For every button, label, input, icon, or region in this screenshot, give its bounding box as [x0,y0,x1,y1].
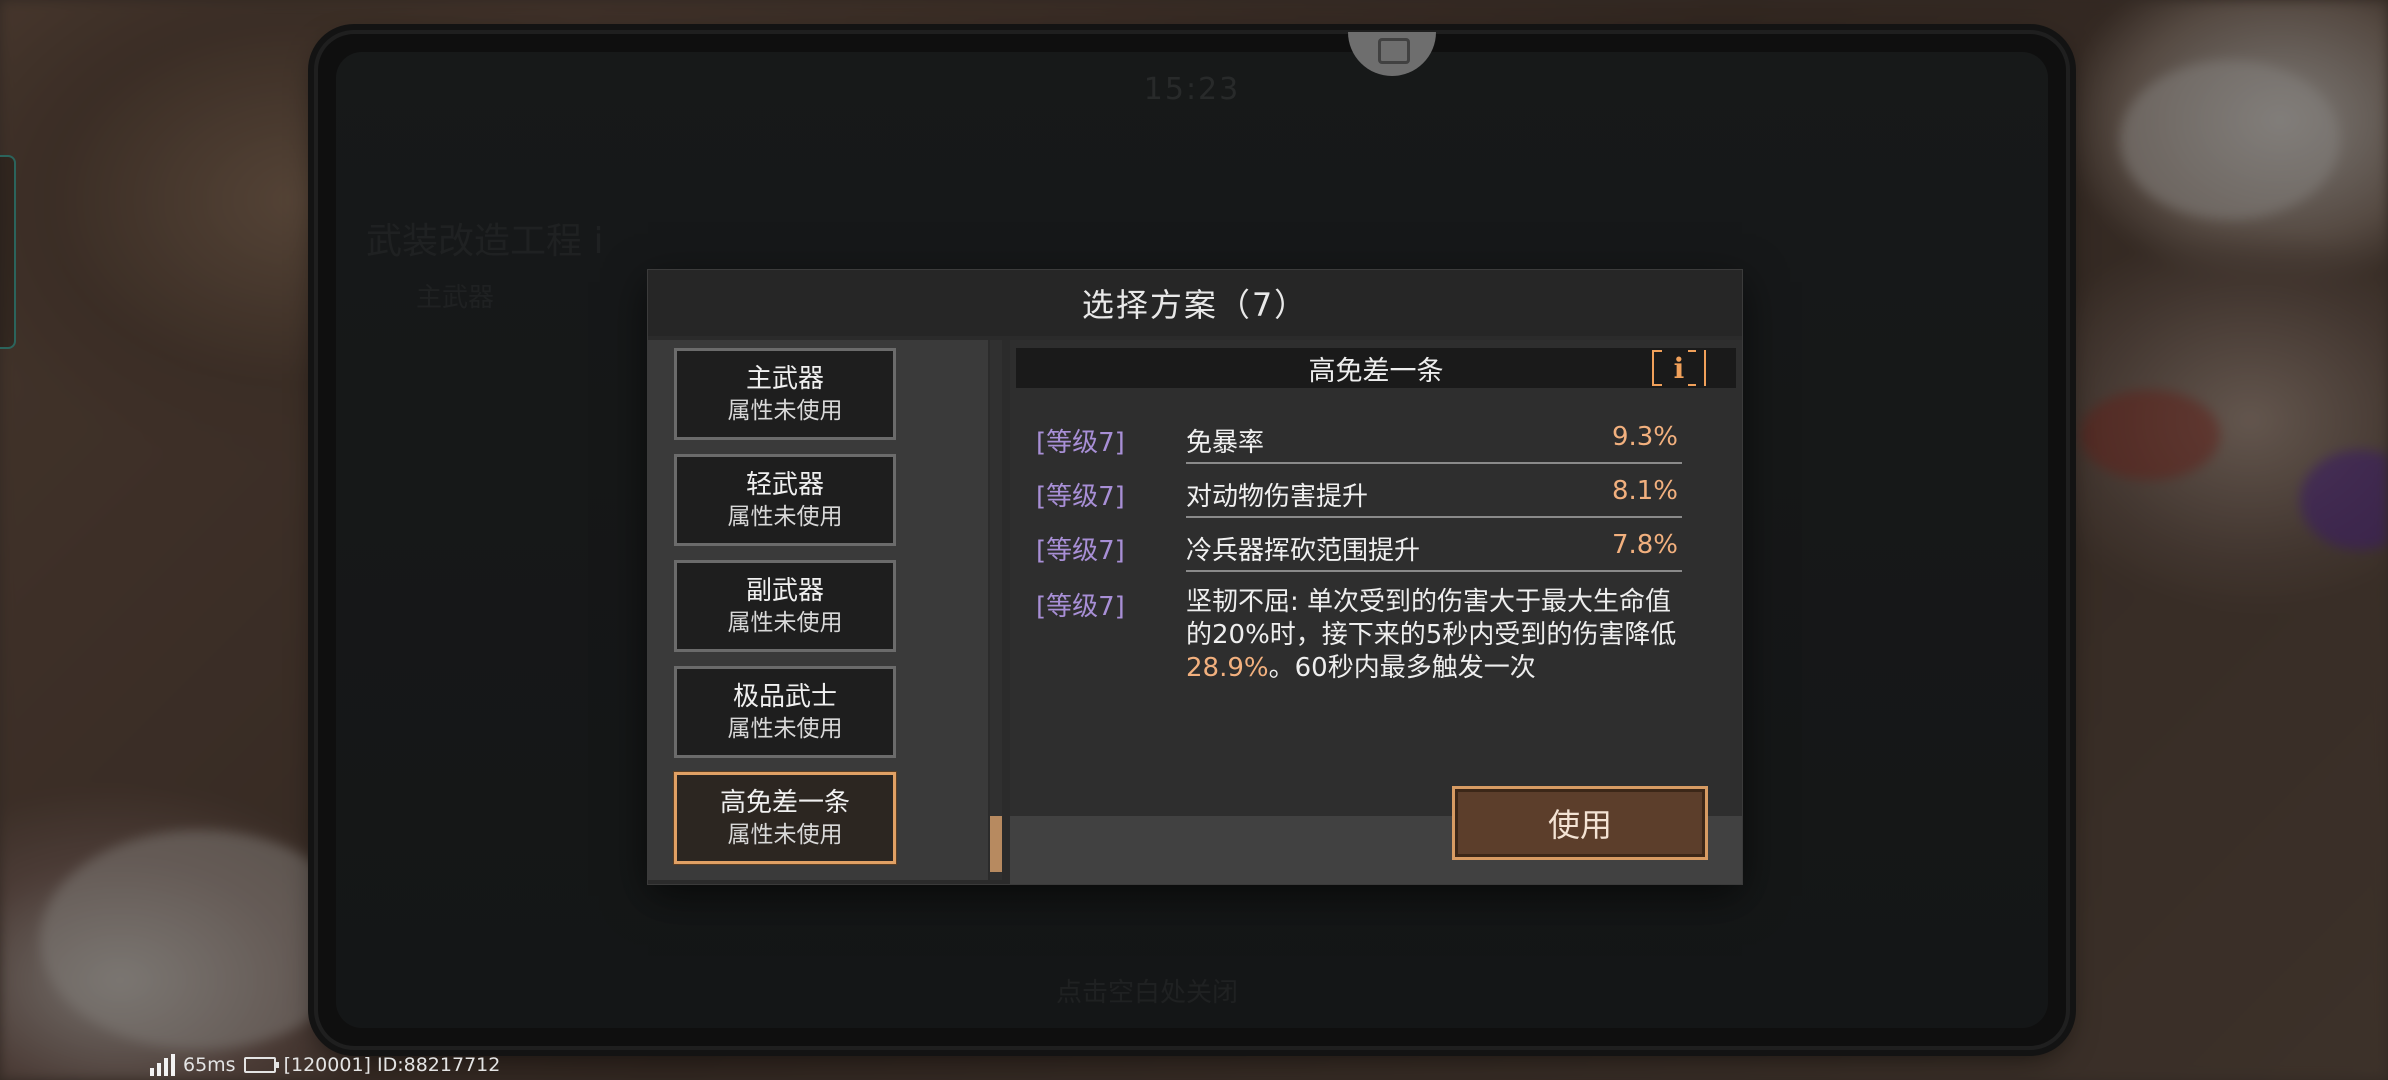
server-id-text: [120001] ID:88217712 [283,1054,501,1076]
attribute-value: 8.1% [1611,476,1678,506]
plan-status: 属性未使用 [727,504,843,530]
info-icon[interactable]: i [1652,350,1706,386]
plan-name: 高免差一条 [719,788,850,818]
select-plan-dialog: 选择方案（7） 主武器 属性未使用 轻武器 属性未使用 副武器 属性未使用 极品… [648,270,1742,884]
plan-status: 属性未使用 [727,716,843,742]
ping-text: 65ms [183,1054,236,1076]
plan-status: 属性未使用 [727,822,843,848]
plan-name: 轻武器 [745,470,824,500]
attribute-divider [1186,570,1682,572]
signal-icon [150,1054,175,1076]
detail-header: 高免差一条 i [1016,348,1736,388]
plan-item-light-weapon[interactable]: 轻武器 属性未使用 [674,454,896,546]
attribute-name: 免暴率 [1186,428,1265,458]
plan-item-secondary-weapon[interactable]: 副武器 属性未使用 [674,560,896,652]
dialog-header: 选择方案（7） [648,270,1742,336]
attribute-divider [1186,516,1682,518]
plan-item-elite-warrior[interactable]: 极品武士 属性未使用 [674,666,896,758]
plan-item-main-weapon[interactable]: 主武器 属性未使用 [674,348,896,440]
plan-list: 主武器 属性未使用 轻武器 属性未使用 副武器 属性未使用 极品武士 属性未使用… [648,340,988,880]
attribute-name: 冷兵器挥砍范围提升 [1186,536,1421,566]
attribute-level: [等级7] [1036,536,1125,566]
desc-text-end: 。60秒内最多触发一次 [1268,653,1536,683]
desc-text: 坚韧不屈: 单次受到的伤害大于最大生命值的20%时，接下来的5秒内受到的伤害降低 [1186,587,1677,650]
use-button[interactable]: 使用 [1452,786,1708,860]
plan-name: 副武器 [745,576,824,606]
attribute-level: [等级7] [1036,592,1125,622]
attribute-level: [等级7] [1036,482,1125,512]
special-attribute-description: 坚韧不屈: 单次受到的伤害大于最大生命值的20%时，接下来的5秒内受到的伤害降低… [1186,586,1686,698]
plan-name: 主武器 [745,364,824,394]
status-bar: 65ms [120001] ID:88217712 [150,1052,500,1078]
battery-icon [243,1057,279,1073]
plan-name: 极品武士 [732,682,837,712]
plan-status: 属性未使用 [727,398,843,424]
plan-list-scrollbar[interactable] [990,340,1002,880]
detail-title: 高免差一条 [1308,355,1444,387]
attribute-level: [等级7] [1036,428,1125,458]
plan-status: 属性未使用 [727,610,843,636]
plan-list-scroll-thumb[interactable] [990,816,1002,872]
desc-highlight-value: 28.9% [1186,653,1269,683]
plan-item-selected[interactable]: 高免差一条 属性未使用 [674,772,896,864]
attribute-name: 对动物伤害提升 [1186,482,1369,512]
dialog-title: 选择方案（7） [1081,286,1309,324]
attribute-value: 7.8% [1611,530,1678,560]
attribute-value: 9.3% [1611,422,1678,452]
attribute-divider [1186,462,1682,464]
use-button-label: 使用 [1547,806,1612,844]
